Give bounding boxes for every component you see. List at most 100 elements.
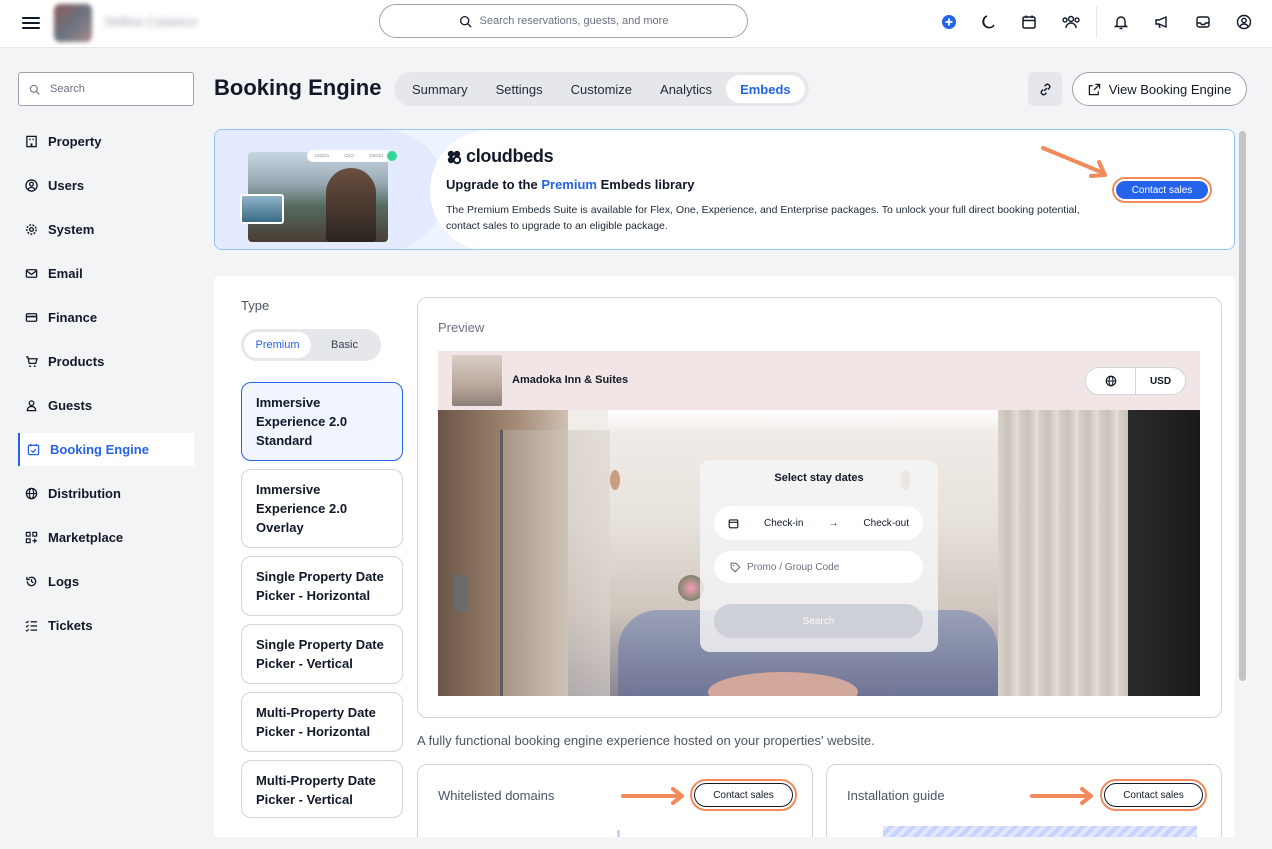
user-circle-icon xyxy=(24,179,38,193)
property-avatar[interactable] xyxy=(54,4,92,42)
sidebar-item-label: Finance xyxy=(48,310,98,325)
menu-icon[interactable] xyxy=(22,14,40,32)
arrow-right-icon: → xyxy=(828,517,839,529)
view-booking-engine-label: View Booking Engine xyxy=(1108,81,1232,97)
sidebar-item-label: Email xyxy=(48,266,83,281)
installation-contact-sales-button[interactable]: Contact sales xyxy=(1100,779,1207,811)
tab-customize[interactable]: Customize xyxy=(557,75,646,103)
preview-label: Preview xyxy=(438,320,485,335)
sidebar-item-label: Tickets xyxy=(48,618,93,633)
checklist-icon xyxy=(24,619,38,633)
embed-type-item[interactable]: Single Property Date Picker - Vertical xyxy=(241,624,403,684)
currency-button[interactable]: USD xyxy=(1136,368,1185,394)
embed-type-item[interactable]: Multi-Property Date Picker - Horizontal xyxy=(241,692,403,752)
preview-date-range-input[interactable]: Check-in → Check-out xyxy=(714,506,923,540)
tag-icon xyxy=(730,562,741,573)
search-icon xyxy=(29,84,40,95)
toggle-basic[interactable]: Basic xyxy=(311,332,378,358)
top-bar: Sellina Casasco Search reservations, gue… xyxy=(0,0,1272,48)
add-icon[interactable] xyxy=(939,12,959,32)
users-group-icon[interactable] xyxy=(1059,12,1083,32)
external-link-icon xyxy=(1088,83,1100,95)
cart-icon xyxy=(24,355,38,369)
banner-heading-suffix: Embeds library xyxy=(596,177,695,192)
sidebar-item-products[interactable]: Products xyxy=(18,345,194,378)
person-icon xyxy=(24,399,38,413)
building-icon xyxy=(24,135,38,149)
installation-content-placeholder xyxy=(883,826,1197,837)
sidebar-item-tickets[interactable]: Tickets xyxy=(18,609,194,642)
bell-icon[interactable] xyxy=(1111,12,1131,32)
upgrade-banner: ▭▭▭ ▭▭ ▭▭▭ cloudbeds Upgrade to the Premiu… xyxy=(214,129,1235,250)
tab-summary[interactable]: Summary xyxy=(398,75,482,103)
sidebar-item-property[interactable]: Property xyxy=(18,125,194,158)
top-divider xyxy=(1096,6,1097,38)
banner-heading-prefix: Upgrade to the xyxy=(446,177,542,192)
mail-icon xyxy=(24,267,38,281)
preview-promo-input[interactable]: Promo / Group Code xyxy=(714,551,923,583)
illustration-thumbnail xyxy=(240,194,284,224)
sidebar-item-users[interactable]: Users xyxy=(18,169,194,202)
preview-property-thumbnail xyxy=(452,355,502,406)
sidebar-item-guests[interactable]: Guests xyxy=(18,389,194,422)
link-icon xyxy=(1040,83,1050,95)
room-switch xyxy=(454,575,468,611)
grid-plus-icon xyxy=(24,531,38,545)
sidebar-search-input[interactable]: Search xyxy=(18,72,194,106)
sidebar-nav: Property Users System Email Finance Prod… xyxy=(18,125,194,653)
global-search-input[interactable]: Search reservations, guests, and more xyxy=(379,4,748,38)
account-icon[interactable] xyxy=(1234,12,1254,32)
tab-embeds[interactable]: Embeds xyxy=(726,75,805,103)
room-pendant-lamp xyxy=(610,470,620,490)
view-booking-engine-button[interactable]: View Booking Engine xyxy=(1072,72,1247,106)
scrollbar-thumb[interactable] xyxy=(1239,131,1246,681)
room-door xyxy=(1128,410,1200,696)
globe-icon xyxy=(24,487,38,501)
copy-link-button[interactable] xyxy=(1028,72,1062,106)
sidebar-item-label: Booking Engine xyxy=(50,442,149,457)
highlight-arrow-icon xyxy=(1041,146,1107,178)
room-glass-partition xyxy=(500,430,610,696)
banner-contact-sales-button[interactable]: Contact sales xyxy=(1112,177,1212,203)
sidebar-item-marketplace[interactable]: Marketplace xyxy=(18,521,194,554)
sidebar-item-email[interactable]: Email xyxy=(18,257,194,290)
embed-type-item[interactable]: Single Property Date Picker - Horizontal xyxy=(241,556,403,616)
sidebar-item-finance[interactable]: Finance xyxy=(18,301,194,334)
preview-search-button[interactable]: Search xyxy=(714,604,923,638)
sidebar-item-booking-engine[interactable]: Booking Engine xyxy=(18,433,194,466)
sidebar-item-logs[interactable]: Logs xyxy=(18,565,194,598)
sidebar-item-label: Products xyxy=(48,354,105,369)
embed-type-item[interactable]: Immersive Experience 2.0 Standard xyxy=(241,382,403,461)
sidebar-item-label: Distribution xyxy=(48,486,121,501)
sidebar-item-system[interactable]: System xyxy=(18,213,194,246)
illustration-status-dot xyxy=(387,151,397,161)
whitelisted-contact-sales-button[interactable]: Contact sales xyxy=(690,779,797,811)
credit-card-icon xyxy=(24,311,38,325)
search-icon xyxy=(459,15,472,28)
banner-contact-sales-label: Contact sales xyxy=(1116,181,1208,199)
calendar-icon[interactable] xyxy=(1019,12,1039,32)
language-button[interactable] xyxy=(1086,368,1136,394)
checkout-label: Check-out xyxy=(863,517,909,529)
type-label: Type xyxy=(241,298,270,313)
history-icon xyxy=(24,575,38,589)
embed-type-item[interactable]: Immersive Experience 2.0 Overlay xyxy=(241,469,403,548)
property-name[interactable]: Sellina Casasco xyxy=(104,14,200,29)
moon-icon[interactable] xyxy=(979,12,999,32)
tab-analytics[interactable]: Analytics xyxy=(646,75,726,103)
room-ceiling-light xyxy=(608,410,1008,430)
calendar-icon xyxy=(728,518,739,528)
banner-description: The Premium Embeds Suite is available fo… xyxy=(446,204,1080,232)
preview-language-currency: USD xyxy=(1085,367,1186,395)
inbox-icon[interactable] xyxy=(1193,12,1213,32)
tab-settings[interactable]: Settings xyxy=(482,75,557,103)
gear-icon xyxy=(24,223,38,237)
globe-icon xyxy=(1105,375,1116,387)
cloudbeds-logo: cloudbeds xyxy=(446,146,554,167)
sidebar-item-distribution[interactable]: Distribution xyxy=(18,477,194,510)
megaphone-icon[interactable] xyxy=(1152,12,1172,32)
embed-type-item[interactable]: Multi-Property Date Picker - Vertical xyxy=(241,760,403,818)
toggle-premium[interactable]: Premium xyxy=(244,332,311,358)
global-search-placeholder: Search reservations, guests, and more xyxy=(479,15,669,27)
banner-heading: Upgrade to the Premium Embeds library xyxy=(446,177,695,192)
